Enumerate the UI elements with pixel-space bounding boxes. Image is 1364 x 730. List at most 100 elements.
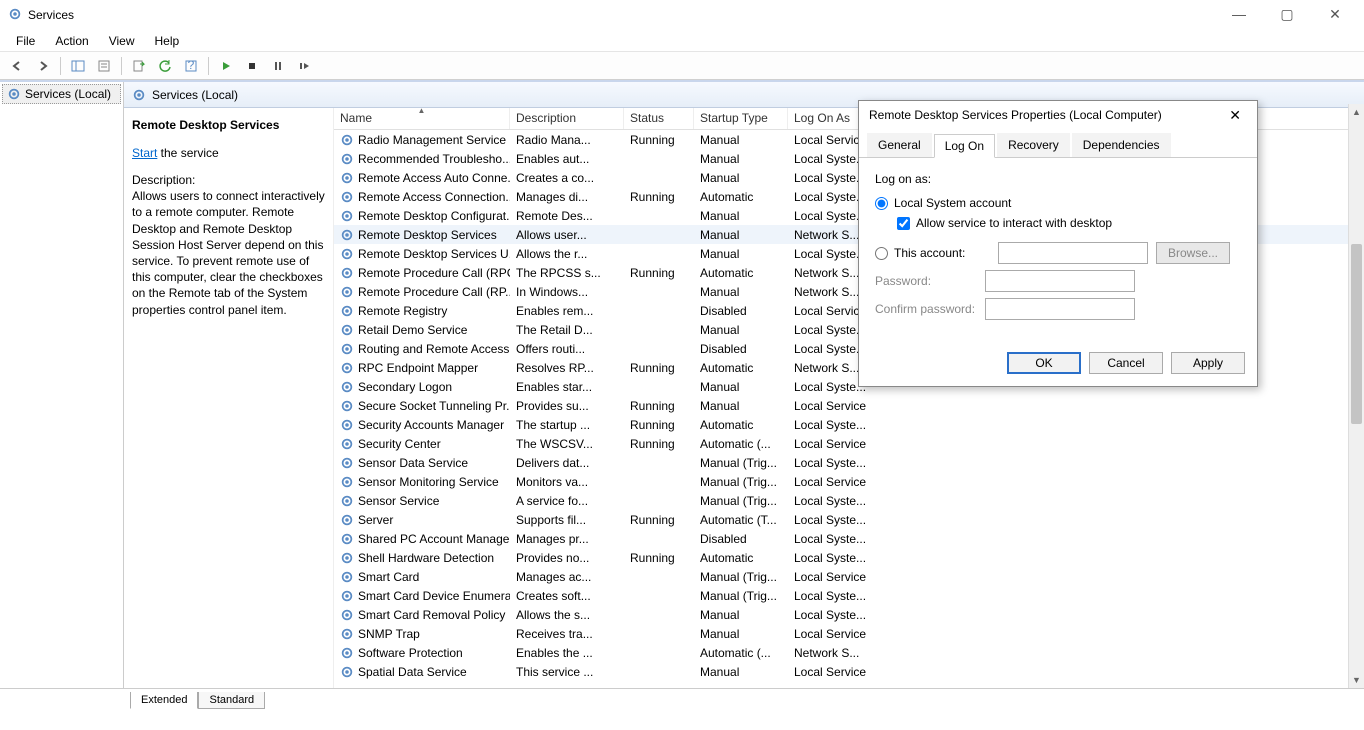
this-account-radio[interactable] — [875, 247, 888, 260]
column-status[interactable]: Status — [624, 108, 694, 129]
forward-button[interactable] — [32, 55, 54, 77]
tab-extended[interactable]: Extended — [130, 692, 198, 709]
column-startup-type[interactable]: Startup Type — [694, 108, 788, 129]
gear-icon — [340, 171, 354, 185]
service-row[interactable]: Security CenterThe WSCSV...RunningAutoma… — [334, 434, 1364, 453]
export-button[interactable] — [128, 55, 150, 77]
service-row[interactable]: Spatial Data ServiceThis service ...Manu… — [334, 662, 1364, 681]
browse-button[interactable]: Browse... — [1156, 242, 1230, 264]
service-name: Routing and Remote Access — [358, 342, 509, 356]
service-row[interactable]: Security Accounts ManagerThe startup ...… — [334, 415, 1364, 434]
ok-button[interactable]: OK — [1007, 352, 1081, 374]
apply-button[interactable]: Apply — [1171, 352, 1245, 374]
pause-service-button[interactable] — [267, 55, 289, 77]
menu-view[interactable]: View — [99, 32, 145, 50]
service-name: Remote Procedure Call (RP... — [358, 285, 510, 299]
password-input[interactable] — [985, 270, 1135, 292]
properties-button[interactable] — [93, 55, 115, 77]
service-logon: Local Syste... — [788, 550, 876, 566]
maximize-button[interactable]: ▢ — [1272, 6, 1302, 23]
tab-general[interactable]: General — [867, 133, 932, 157]
service-status: Running — [624, 436, 694, 452]
back-button[interactable] — [6, 55, 28, 77]
service-logon: Network S... — [788, 645, 876, 661]
menu-help[interactable]: Help — [145, 32, 190, 50]
start-service-link[interactable]: Start — [132, 146, 157, 160]
gear-icon — [340, 532, 354, 546]
service-row[interactable]: Smart Card Device Enumera...Creates soft… — [334, 586, 1364, 605]
tab-dependencies[interactable]: Dependencies — [1072, 133, 1171, 157]
service-row[interactable]: Shared PC Account ManagerManages pr...Di… — [334, 529, 1364, 548]
service-row[interactable]: Smart Card Removal PolicyAllows the s...… — [334, 605, 1364, 624]
menu-action[interactable]: Action — [45, 32, 98, 50]
tab-recovery[interactable]: Recovery — [997, 133, 1070, 157]
service-row[interactable]: Sensor Data ServiceDelivers dat...Manual… — [334, 453, 1364, 472]
interact-desktop-checkbox[interactable] — [897, 217, 910, 230]
local-system-label[interactable]: Local System account — [894, 196, 1011, 210]
dialog-tabs: General Log On Recovery Dependencies — [859, 133, 1257, 158]
toolbar: ? — [0, 52, 1364, 80]
interact-desktop-label[interactable]: Allow service to interact with desktop — [916, 216, 1112, 230]
restart-service-button[interactable] — [293, 55, 315, 77]
service-description: Enables the ... — [510, 645, 624, 661]
scrollbar[interactable]: ▲ ▼ — [1348, 104, 1364, 688]
tab-standard[interactable]: Standard — [198, 692, 265, 709]
service-startup: Manual (Trig... — [694, 569, 788, 585]
service-status — [624, 462, 694, 464]
service-name: Remote Access Connection... — [358, 190, 510, 204]
service-name: Remote Procedure Call (RPC) — [358, 266, 510, 280]
service-name: Sensor Data Service — [358, 456, 468, 470]
gear-icon — [340, 513, 354, 527]
gear-icon — [340, 190, 354, 204]
confirm-password-input[interactable] — [985, 298, 1135, 320]
titlebar: Services — ▢ ✕ — [0, 0, 1364, 30]
service-name: Security Center — [358, 437, 441, 451]
service-description: Enables star... — [510, 379, 624, 395]
scroll-up[interactable]: ▲ — [1349, 104, 1364, 120]
tree-item-services-local[interactable]: Services (Local) — [2, 84, 121, 104]
service-logon: Local Service — [788, 398, 876, 414]
console-tree[interactable]: Services (Local) — [0, 82, 124, 688]
cancel-button[interactable]: Cancel — [1089, 352, 1163, 374]
service-description: The WSCSV... — [510, 436, 624, 452]
gear-icon — [340, 228, 354, 242]
service-description: Enables rem... — [510, 303, 624, 319]
menu-file[interactable]: File — [6, 32, 45, 50]
local-system-radio[interactable] — [875, 197, 888, 210]
help-button[interactable]: ? — [180, 55, 202, 77]
service-row[interactable]: ServerSupports fil...RunningAutomatic (T… — [334, 510, 1364, 529]
service-row[interactable]: Software ProtectionEnables the ...Automa… — [334, 643, 1364, 662]
start-service-button[interactable] — [215, 55, 237, 77]
account-name-input[interactable] — [998, 242, 1148, 264]
column-name[interactable]: Name — [334, 108, 510, 129]
service-row[interactable]: Smart CardManages ac...Manual (Trig...Lo… — [334, 567, 1364, 586]
refresh-button[interactable] — [154, 55, 176, 77]
service-row[interactable]: Shell Hardware DetectionProvides no...Ru… — [334, 548, 1364, 567]
tab-logon[interactable]: Log On — [934, 134, 995, 158]
service-status: Running — [624, 512, 694, 528]
service-row[interactable]: Sensor Monitoring ServiceMonitors va...M… — [334, 472, 1364, 491]
this-account-label[interactable]: This account: — [894, 246, 998, 260]
column-description[interactable]: Description — [510, 108, 624, 129]
service-row[interactable]: Secure Socket Tunneling Pr...Provides su… — [334, 396, 1364, 415]
service-name: Secure Socket Tunneling Pr... — [358, 399, 510, 413]
tree-item-label: Services (Local) — [25, 87, 111, 101]
service-status — [624, 633, 694, 635]
service-description: Creates soft... — [510, 588, 624, 604]
service-description: Remote Des... — [510, 208, 624, 224]
scroll-down[interactable]: ▼ — [1349, 672, 1364, 688]
service-startup: Automatic (... — [694, 645, 788, 661]
close-button[interactable]: ✕ — [1320, 6, 1350, 23]
service-startup: Manual — [694, 284, 788, 300]
service-row[interactable]: Sensor ServiceA service fo...Manual (Tri… — [334, 491, 1364, 510]
stop-service-button[interactable] — [241, 55, 263, 77]
gear-icon — [7, 87, 21, 101]
service-row[interactable]: SNMP TrapReceives tra...ManualLocal Serv… — [334, 624, 1364, 643]
service-startup: Manual (Trig... — [694, 493, 788, 509]
minimize-button[interactable]: — — [1224, 6, 1254, 23]
dialog-close-button[interactable]: ✕ — [1223, 107, 1247, 124]
service-status — [624, 158, 694, 160]
show-hide-tree-button[interactable] — [67, 55, 89, 77]
service-description: Allows the r... — [510, 246, 624, 262]
scroll-thumb[interactable] — [1351, 244, 1362, 424]
